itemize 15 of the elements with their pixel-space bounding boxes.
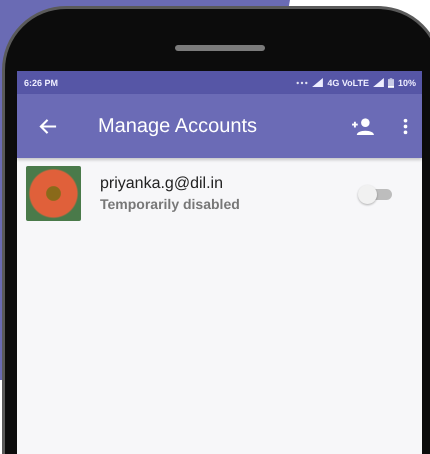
back-arrow-icon[interactable] <box>39 116 58 136</box>
account-toggle[interactable] <box>358 184 394 204</box>
signal-icon <box>372 78 384 87</box>
account-status: Temporarily disabled <box>100 196 241 212</box>
add-person-icon[interactable] <box>350 116 375 136</box>
battery-percent: 10% <box>398 78 416 88</box>
photo-placeholder <box>26 166 81 221</box>
status-time: 6:26 PM <box>24 78 58 88</box>
battery-icon <box>388 78 394 88</box>
signal-icon <box>312 78 324 87</box>
screen-title: Manage Accounts <box>98 114 258 138</box>
dots-icon <box>296 80 308 84</box>
network-label: 4G VoLTE <box>327 78 369 88</box>
account-email: priyanka.g@dil.in <box>100 175 224 193</box>
more-options-icon[interactable] <box>403 116 408 136</box>
